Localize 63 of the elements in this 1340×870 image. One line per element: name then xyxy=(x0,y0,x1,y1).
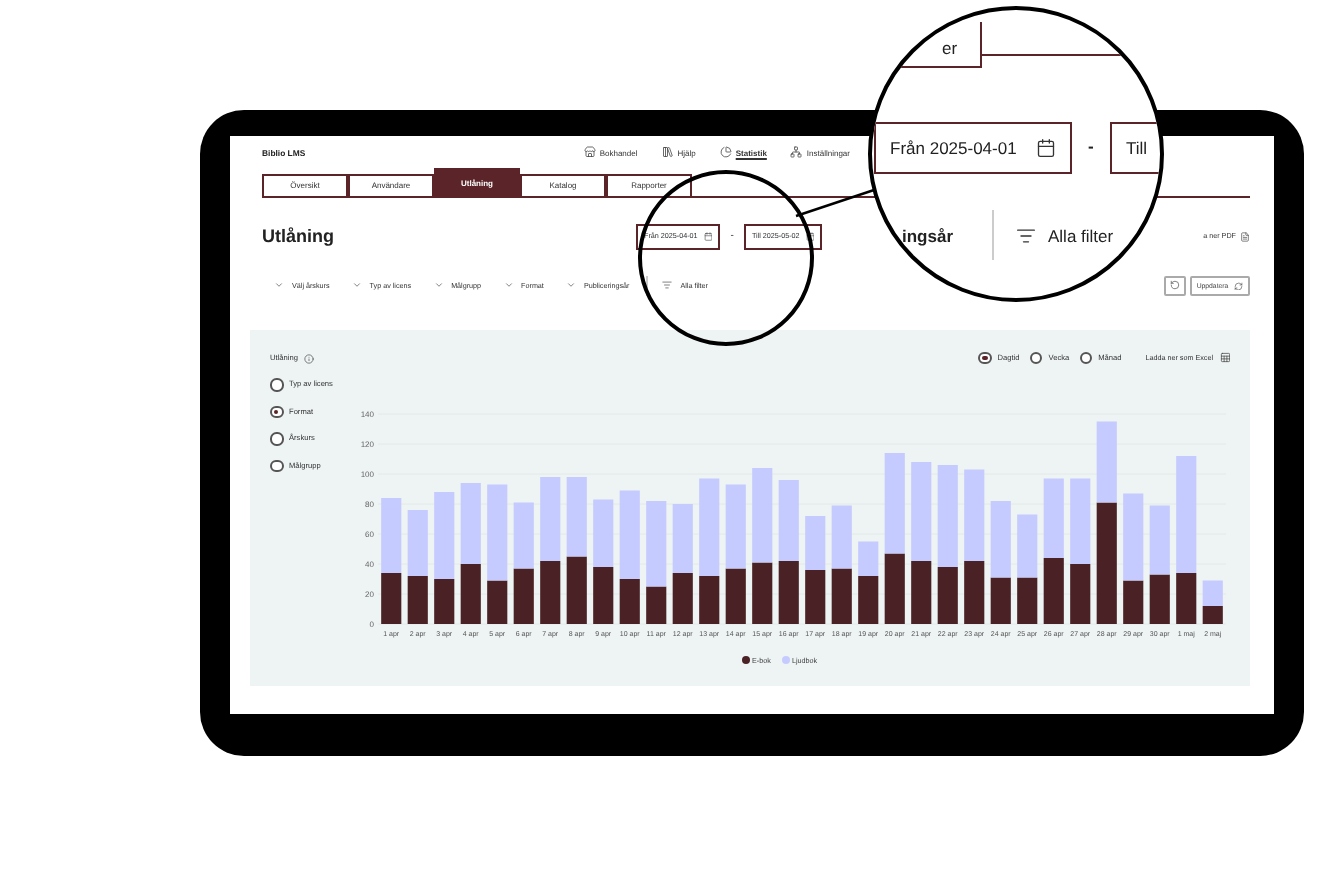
chart-bar xyxy=(778,561,799,624)
all-filters-button[interactable]: Alla filter xyxy=(1016,226,1114,246)
chart-bar xyxy=(831,505,852,569)
chart-bar xyxy=(566,477,587,557)
chart-bar xyxy=(1017,577,1038,624)
spreadsheet-icon xyxy=(1219,352,1230,364)
chevron-down-icon xyxy=(274,280,284,291)
radio-button[interactable] xyxy=(1079,351,1093,365)
date-field[interactable]: Till xyxy=(1110,122,1160,174)
chart-bar xyxy=(1043,558,1064,624)
chart-bar xyxy=(831,568,852,624)
filter-dropdown[interactable]: ingsår xyxy=(902,226,954,246)
radio-button[interactable] xyxy=(270,432,283,445)
chart-bar xyxy=(566,556,587,624)
chart-bar xyxy=(513,568,534,624)
chevron-down-icon xyxy=(351,280,362,291)
filter-icon xyxy=(1016,226,1036,246)
chart-bar xyxy=(593,567,614,624)
chart-bar xyxy=(672,573,693,624)
chart-bar xyxy=(407,510,428,576)
radio-button[interactable] xyxy=(270,405,283,418)
calendar-icon xyxy=(1036,138,1057,158)
document-icon xyxy=(1240,231,1250,242)
radio-button[interactable] xyxy=(978,351,992,365)
pie-chart-icon xyxy=(719,146,732,159)
date-field[interactable]: Från 2025-04-01 xyxy=(874,122,1073,174)
chart-bar xyxy=(672,504,693,573)
chart-bar xyxy=(884,453,905,554)
page-title: Utlåning xyxy=(262,226,336,247)
radio-button[interactable] xyxy=(270,378,283,391)
radio-button[interactable] xyxy=(1029,351,1043,365)
chart-bar xyxy=(1017,514,1038,578)
chart-bar xyxy=(805,570,826,624)
chart-bar xyxy=(460,564,481,624)
chart-bar xyxy=(407,576,428,624)
radio-button[interactable] xyxy=(270,459,283,472)
chart-bar xyxy=(884,553,905,624)
chart-bar xyxy=(540,561,561,624)
calendar-icon xyxy=(703,232,713,242)
chevron-down-icon xyxy=(503,280,514,291)
reset-icon xyxy=(1170,280,1180,291)
chevron-down-icon xyxy=(565,280,576,291)
chart-bar xyxy=(778,480,799,561)
books-icon xyxy=(661,146,674,159)
calendar-icon xyxy=(805,232,815,242)
chevron-down-icon xyxy=(433,280,444,291)
chart-bar xyxy=(858,541,879,576)
network-icon xyxy=(790,146,803,159)
info-icon xyxy=(303,353,314,363)
reset-button[interactable] xyxy=(1164,275,1186,296)
chart-bar xyxy=(1149,574,1170,624)
filter-icon xyxy=(662,280,673,291)
chart-bar xyxy=(513,502,534,569)
shop-icon xyxy=(583,146,596,159)
chart-bar xyxy=(1043,478,1064,558)
date-separator: - xyxy=(1088,136,1094,156)
refresh-icon xyxy=(1234,281,1244,291)
chart-bar xyxy=(460,483,481,564)
chart-bar xyxy=(858,576,879,624)
chart-bar xyxy=(593,499,614,567)
chart-bar xyxy=(1149,505,1170,575)
chart-bar xyxy=(805,516,826,570)
chart-bar xyxy=(540,477,561,561)
